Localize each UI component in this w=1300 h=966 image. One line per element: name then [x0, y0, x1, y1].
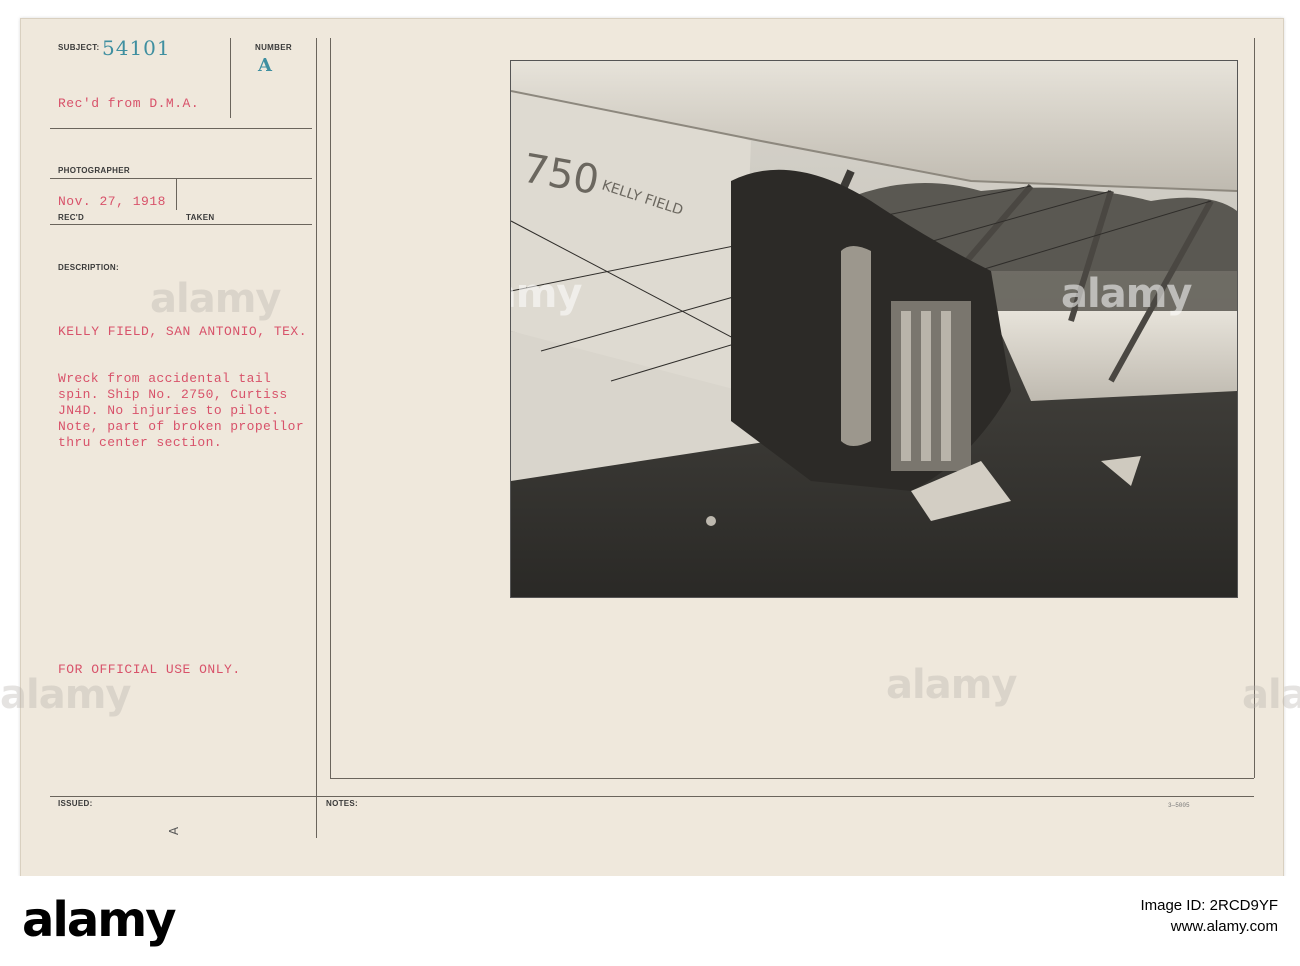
location-text: KELLY FIELD, SAN ANTONIO, TEX.	[58, 324, 308, 339]
notes-label: NOTES:	[326, 799, 359, 808]
right-panel-inner-border	[330, 38, 331, 778]
date-received: Nov. 27, 1918	[58, 194, 166, 209]
image-id-block: Image ID: 2RCD9YF www.alamy.com	[1140, 895, 1278, 937]
rule-1	[50, 128, 312, 129]
form-code: 3—5005	[1168, 802, 1190, 809]
watermark-3: alamy	[150, 276, 281, 322]
right-panel-bottom	[330, 778, 1254, 779]
watermark-photo-2: alamy	[1061, 271, 1192, 317]
left-panel-border	[316, 38, 317, 838]
biplane-wreck-illustration: 750 KELLY FIELD	[511, 61, 1237, 597]
description-line: spin. Ship No. 2750, Curtiss	[58, 387, 288, 402]
watermark-4: alamy	[886, 662, 1017, 708]
received-from: Rec'd from D.M.A.	[58, 96, 200, 111]
description-line: Wreck from accidental tail	[58, 371, 272, 386]
wreck-photograph: 750 KELLY FIELD alamy alamy	[510, 60, 1238, 598]
description-line: JN4D. No injuries to pilot.	[58, 403, 280, 418]
subject-number: 54101	[102, 36, 171, 60]
date-divider	[176, 178, 177, 210]
issued-label: ISSUED:	[58, 799, 93, 808]
number-label: NUMBER	[255, 43, 292, 52]
description-label: DESCRIPTION:	[58, 263, 119, 272]
description-text: Wreck from accidental tail spin. Ship No…	[58, 371, 304, 451]
image-id-text: Image ID: 2RCD9YF	[1140, 897, 1278, 914]
description-line: thru center section.	[58, 435, 223, 450]
rule-3	[50, 224, 312, 225]
number-value: A	[258, 55, 272, 76]
issued-rule	[50, 796, 1254, 797]
alamy-logo: alamy	[22, 892, 177, 948]
rule-2	[50, 178, 312, 179]
watermark-6: alamy	[1242, 672, 1300, 718]
subject-label: SUBJECT:	[58, 43, 100, 52]
watermark-photo-1: alamy	[511, 271, 582, 317]
right-panel-right	[1254, 38, 1255, 778]
recd-label: REC'D	[58, 213, 85, 222]
description-line: Note, part of broken propellor	[58, 419, 305, 434]
taken-label: TAKEN	[186, 213, 215, 222]
site-url: www.alamy.com	[1170, 918, 1278, 935]
issued-mark: A	[167, 826, 182, 836]
footer-band	[0, 876, 1300, 966]
watermark-5: alamy	[0, 672, 131, 718]
photographer-label: PHOTOGRAPHER	[58, 166, 130, 175]
header-divider	[230, 38, 231, 118]
